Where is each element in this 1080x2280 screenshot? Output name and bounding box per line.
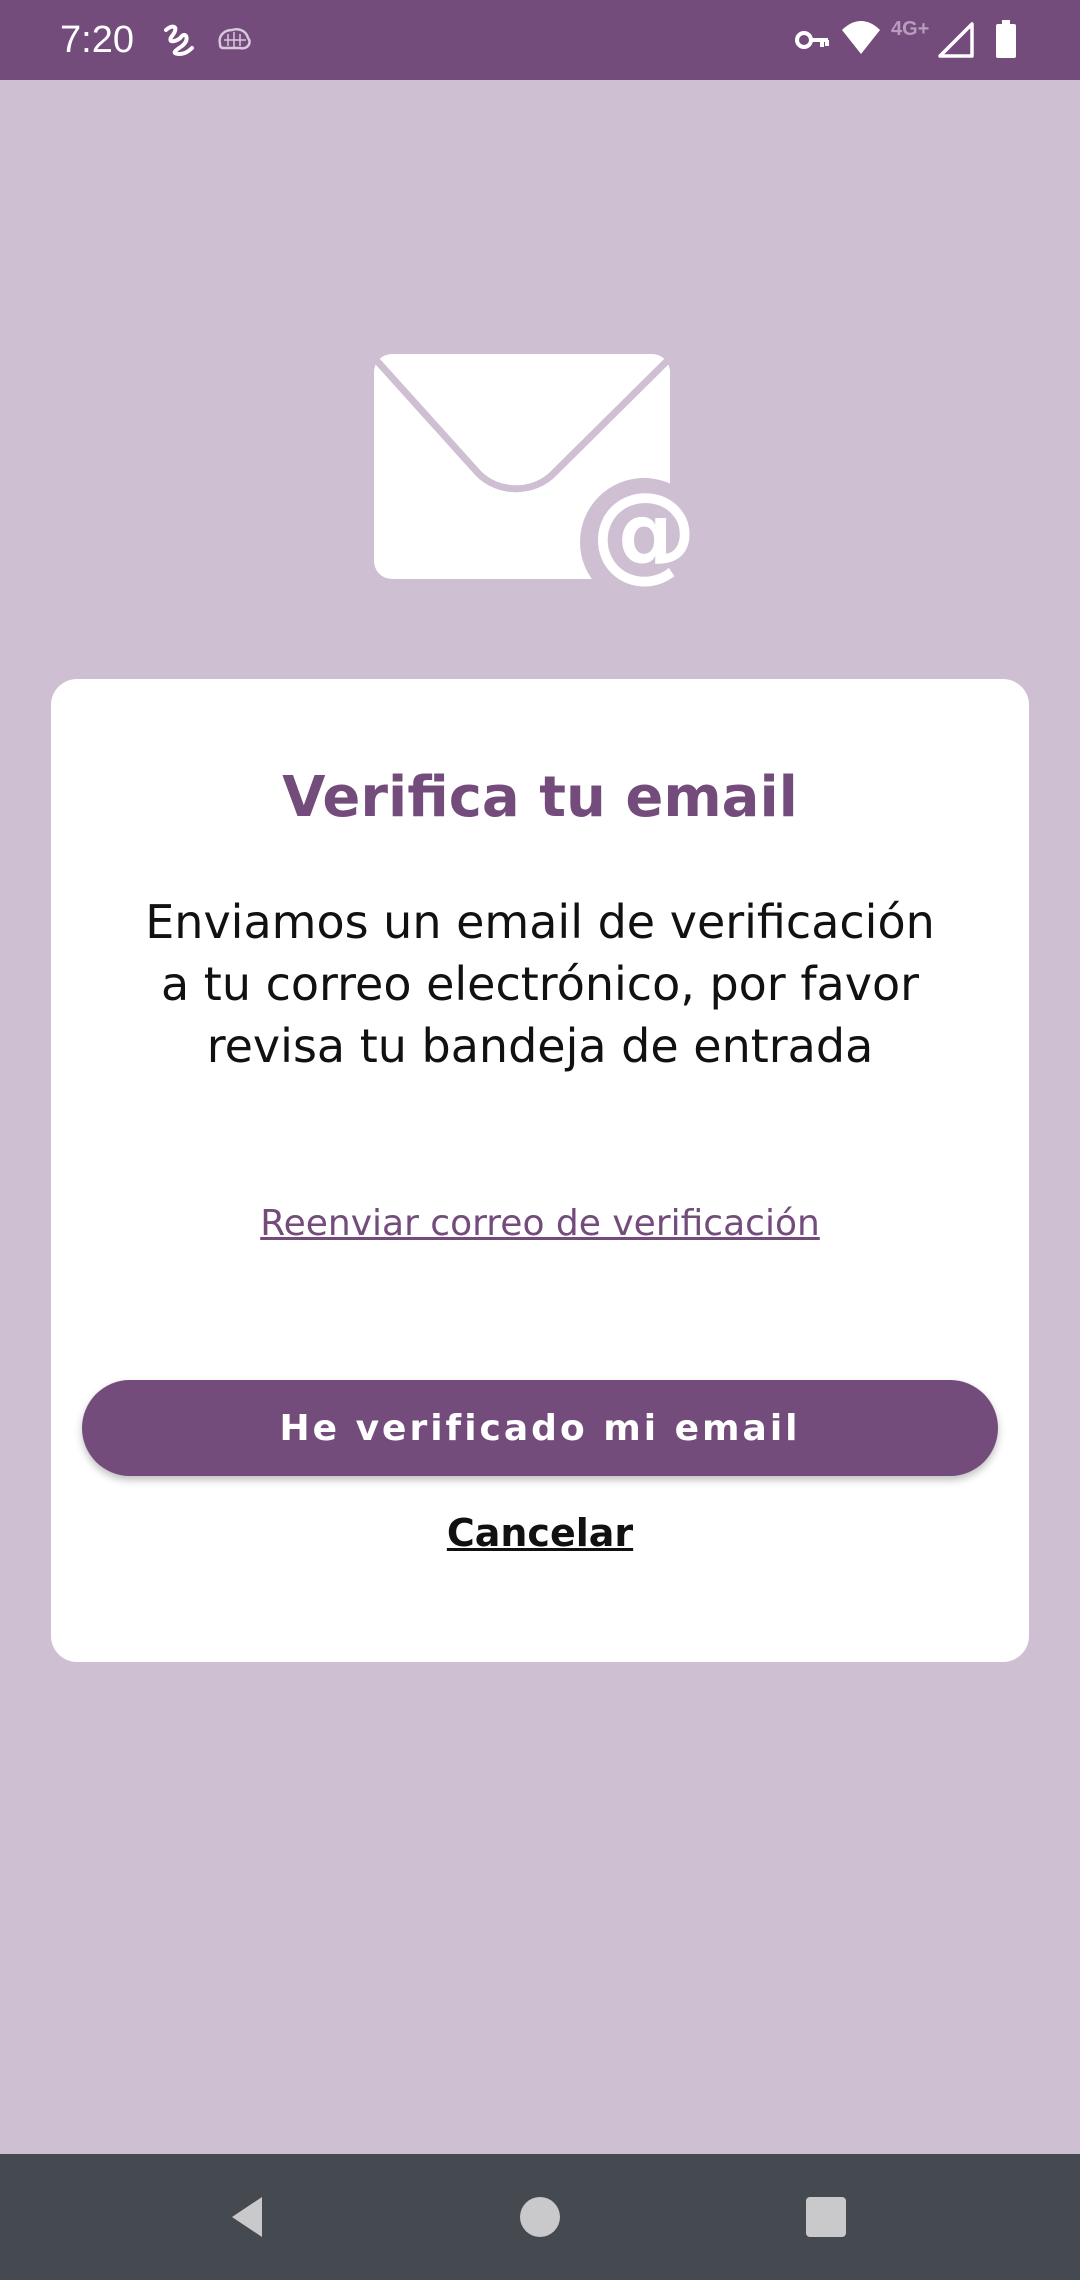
home-icon[interactable]: [510, 2187, 570, 2247]
envelope-at-icon: @: [374, 354, 708, 606]
card-title: Verifica tu email: [282, 765, 798, 830]
status-time: 7:20: [60, 19, 134, 61]
status-bar: 7:20 4G+: [0, 0, 1080, 80]
navigation-bar: [0, 2154, 1080, 2280]
battery-icon: [996, 20, 1016, 58]
scribble-icon: [164, 24, 194, 57]
wifi-icon: [842, 21, 880, 54]
back-icon[interactable]: [220, 2187, 280, 2247]
recents-icon[interactable]: [796, 2187, 856, 2247]
network-type-label: 4G+: [891, 18, 930, 40]
cell-signal-icon: [938, 22, 974, 58]
resend-verification-link[interactable]: Reenviar correo de verificación: [51, 1201, 1029, 1247]
brain-icon: [218, 28, 251, 50]
vpn-key-icon: [795, 31, 829, 49]
verified-email-button[interactable]: He verificado mi email: [82, 1380, 998, 1476]
cancel-link[interactable]: Cancelar: [51, 1509, 1029, 1557]
verify-email-card: Verifica tu email Enviamos un email de v…: [51, 679, 1029, 1662]
svg-text:@: @: [591, 470, 697, 593]
card-message: Enviamos un email de verificación a tu c…: [145, 895, 935, 1073]
